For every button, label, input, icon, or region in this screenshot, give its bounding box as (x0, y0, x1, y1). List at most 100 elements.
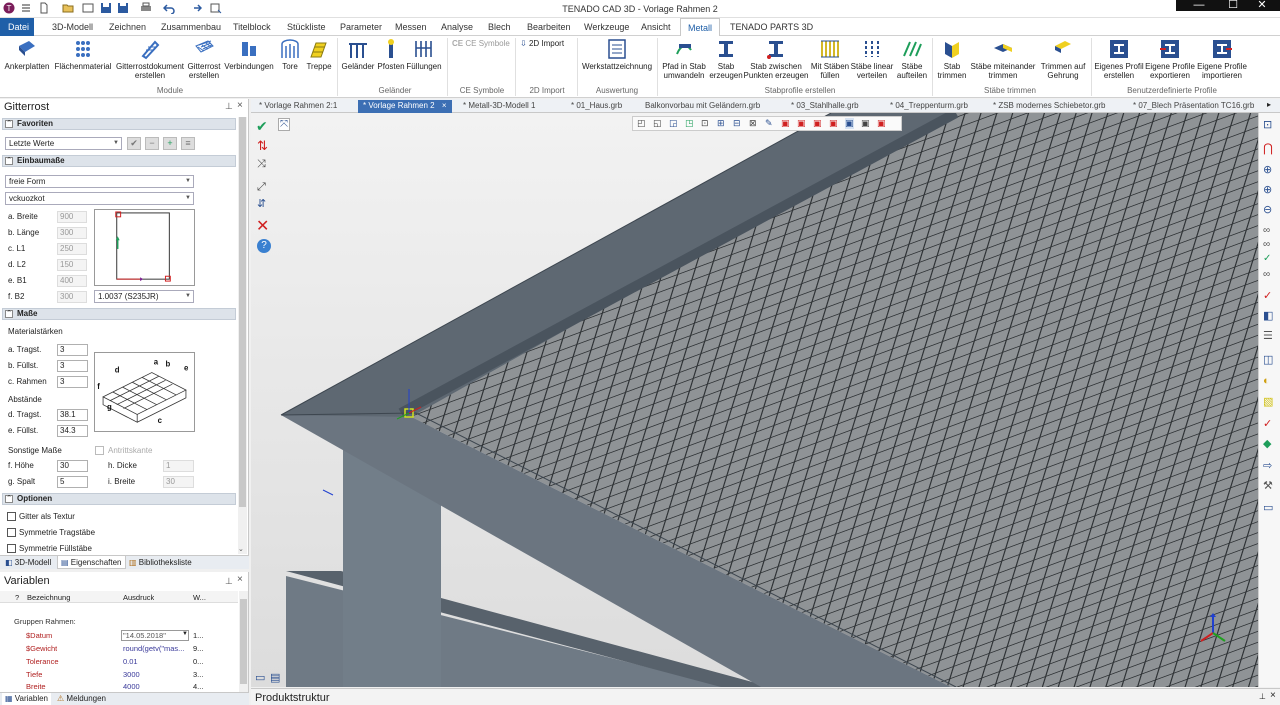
b2-input[interactable]: 300 (57, 291, 87, 303)
section-masse[interactable]: ⌃ Maße (2, 308, 236, 320)
e-fuellst-input[interactable]: 34.3 (57, 425, 88, 437)
staebe-aufteilen-button[interactable]: Stäbe aufteilen (894, 38, 930, 80)
hoehe-input[interactable]: 30 (57, 460, 88, 472)
glasses-3-icon[interactable]: ∞ (1263, 269, 1270, 280)
doc-tab[interactable]: * ZSB modernes Schiebetor.grb (991, 100, 1106, 113)
zoom-out-icon[interactable]: ⊖ (1263, 203, 1272, 216)
pfosten-button[interactable]: Pfosten (375, 38, 407, 72)
material-select[interactable]: 1.0037 (S235JR) ▼ (94, 290, 194, 303)
stab-zwischen-punkten-button[interactable]: Stab zwischen Punkten erzeugen (742, 38, 810, 80)
gitterrostdokument-erstellen-button[interactable]: Gitterrostdokument erstellen (114, 38, 186, 80)
check-visibility-icon[interactable]: ✓ (1263, 253, 1271, 264)
tab-list-icon[interactable]: ▸ (1267, 100, 1271, 109)
box-blue-icon[interactable]: ◧ (1263, 309, 1273, 322)
tab-3d-modell[interactable]: 3D-Modell (46, 18, 99, 36)
view-box-red-3-icon[interactable]: ▣ (813, 118, 822, 129)
gitter-als-textur-checkbox[interactable] (7, 512, 16, 521)
snap-icon[interactable]: ⤧ (278, 118, 290, 131)
scroll-down-icon[interactable]: ⌄ (238, 545, 244, 553)
symmetrie-tragstaebe-checkbox[interactable] (7, 528, 16, 537)
cube-yellow-icon[interactable]: ▧ (1263, 395, 1273, 408)
doc-tab[interactable]: * 04_Treppenturm.grb (888, 100, 968, 113)
spalt-input[interactable]: 5 (57, 476, 88, 488)
laenge-input[interactable]: 300 (57, 227, 87, 239)
tab-zusammenbau[interactable]: Zusammenbau (155, 18, 227, 36)
sphere-icon[interactable]: ◐ (1263, 375, 1270, 387)
help-question-icon[interactable]: ? (257, 239, 271, 253)
breite-i-input[interactable]: 30 (163, 476, 194, 488)
layout-split-icon[interactable]: ▤ (270, 671, 280, 684)
column-header[interactable]: Ausdruck (123, 593, 154, 602)
tab-titelblock[interactable]: Titelblock (227, 18, 277, 36)
variablen-scrollbar[interactable] (239, 591, 248, 692)
table-row[interactable]: Breite 4000 4... (0, 681, 238, 692)
tore-button[interactable]: Tore (278, 38, 302, 72)
produktstruktur-bar[interactable]: Produktstruktur ⊥ × (251, 688, 1280, 705)
view-box-gray-icon[interactable]: ▣ (861, 118, 870, 129)
column-header[interactable]: W... (193, 593, 206, 602)
collapse-icon[interactable]: ⌃ (5, 157, 13, 165)
section-favoriten[interactable]: ⌃ Favoriten (2, 118, 236, 130)
eigene-profile-exportieren-button[interactable]: Eigene Profile exportieren (1144, 38, 1196, 80)
tab-zeichnen[interactable]: Zeichnen (103, 18, 152, 36)
l2-input[interactable]: 150 (57, 259, 87, 271)
eigene-profile-importieren-button[interactable]: Eigene Profile importieren (1196, 38, 1248, 80)
zoom-icon[interactable]: ⊕ (1263, 163, 1272, 176)
staebe-linear-verteilen-button[interactable]: Stäbe linear verteilen (850, 38, 894, 80)
treppe-button[interactable]: Treppe (304, 38, 334, 72)
remove-favorite-button[interactable]: − (145, 137, 159, 150)
edit-favorite-button[interactable]: ≡ (181, 137, 195, 150)
column-header[interactable]: ? (15, 593, 19, 602)
view-back-icon[interactable]: ◱ (653, 118, 662, 129)
ankerplatten-button[interactable]: Ankerplatten (4, 38, 50, 72)
pin-icon[interactable]: ⊥ (225, 101, 233, 112)
tragst-input[interactable]: 3 (57, 344, 88, 356)
rahmen-input[interactable]: 3 (57, 376, 88, 388)
tab-werkzeuge[interactable]: Werkzeuge (578, 18, 635, 36)
doc-tab[interactable]: Balkonvorbau mit Geländern.grb (643, 100, 760, 113)
3d-viewport[interactable] (251, 113, 1258, 687)
minimize-view-icon[interactable]: ▭ (1263, 501, 1273, 514)
view-wire-icon[interactable]: ◲ (669, 118, 678, 129)
dicke-input[interactable]: 1 (163, 460, 194, 472)
confirm-check-icon[interactable]: ✔ (256, 118, 268, 135)
flaechenmaterial-button[interactable]: Flächenmaterial (54, 38, 112, 72)
layers-icon[interactable]: ☰ (1263, 329, 1273, 342)
section-optionen[interactable]: ⌃ Optionen (2, 493, 236, 505)
apply-favorite-button[interactable]: ✔ (127, 137, 141, 150)
view-orient-icon[interactable]: ⊡ (1263, 118, 1272, 131)
collapse-icon[interactable]: ⌃ (5, 120, 13, 128)
doc-tab[interactable]: * 03_Stahlhalle.grb (789, 100, 859, 113)
mit-staeben-fuellen-button[interactable]: Mit Stäben füllen (809, 38, 851, 80)
zoom-window-icon[interactable]: ⊕ (1263, 183, 1272, 196)
section-einbaumasse[interactable]: ⌃ Einbaumaße (2, 155, 236, 167)
gitterrost-erstellen-button[interactable]: Gitterrost erstellen (186, 38, 222, 80)
pin-icon[interactable]: ⊥ (1259, 692, 1266, 701)
view-light-icon[interactable]: ✎ (765, 118, 773, 129)
scrollbar-thumb[interactable] (240, 599, 247, 684)
view-front-icon[interactable]: ◰ (637, 118, 646, 129)
l1-input[interactable]: 250 (57, 243, 87, 255)
table-row[interactable]: $Datum "14.05.2018" ▼ 1... (0, 629, 238, 641)
table-row[interactable]: $Gewicht round(getv("mas... 9... (0, 642, 238, 654)
close-produktstruktur-button[interactable]: × (1270, 690, 1276, 701)
fuellst-input[interactable]: 3 (57, 360, 88, 372)
symmetrie-fuellstaebe-checkbox[interactable] (7, 544, 16, 553)
glasses-2-icon[interactable]: ∞ (1263, 239, 1270, 250)
layout-single-icon[interactable]: ▭ (255, 671, 265, 684)
glasses-icon[interactable]: ∞ (1263, 225, 1270, 236)
kante-select[interactable]: vckuozkot ▼ (5, 192, 194, 205)
cube-view-icon[interactable]: ◫ (1263, 353, 1273, 366)
tab-meldungen[interactable]: ⚠ Meldungen (54, 693, 109, 705)
view-box-blue-icon[interactable]: ▣ (845, 118, 854, 129)
scrollbar-thumb[interactable] (239, 117, 246, 507)
view-box-red-5-icon[interactable]: ▣ (877, 118, 886, 129)
trimmen-auf-gehrung-button[interactable]: Trimmen auf Gehrung (1038, 38, 1088, 80)
tab-metall[interactable]: Metall (680, 18, 720, 37)
breite-input[interactable]: 900 (57, 211, 87, 223)
chevron-down-icon[interactable]: ▼ (182, 631, 188, 637)
favoriten-select[interactable]: Letzte Werte ▼ (5, 137, 122, 150)
doc-tab[interactable]: * 01_Haus.grb (569, 100, 622, 113)
tool-icon[interactable]: ⚒ (1263, 479, 1273, 492)
verbindungen-button[interactable]: Verbindungen (224, 38, 274, 72)
